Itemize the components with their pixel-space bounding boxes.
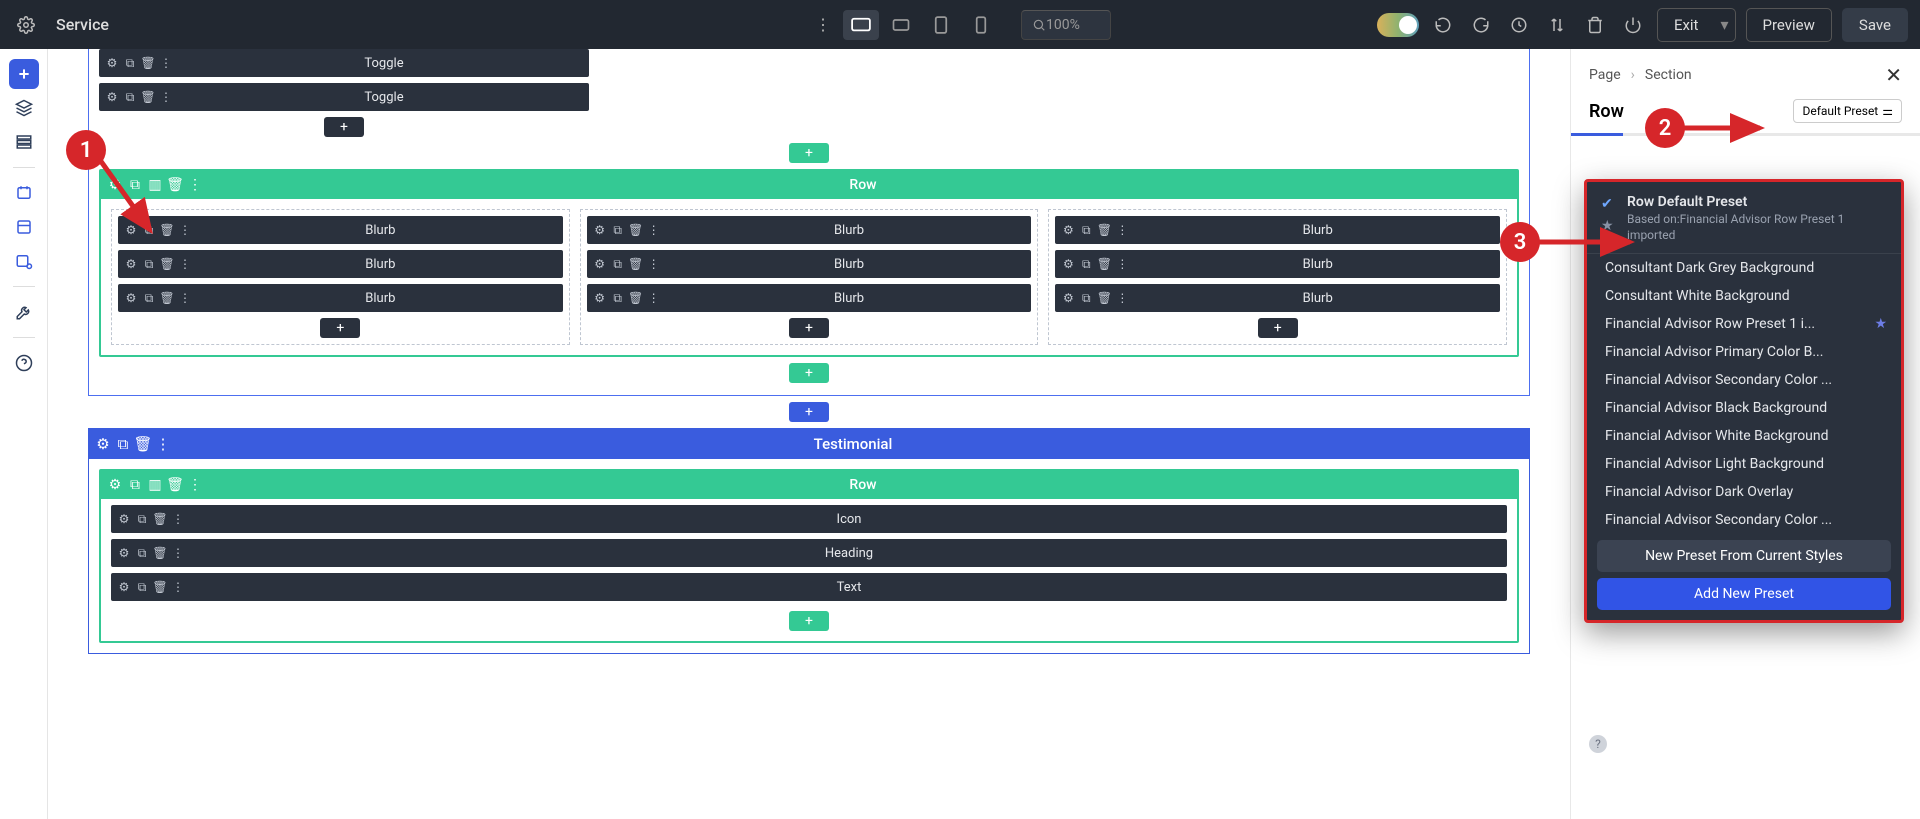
exit-button[interactable]: Exit [1657,8,1715,42]
module-blurb[interactable]: ⚙⧉🗑⋮Blurb [587,284,1032,312]
help-icon[interactable]: ? [1589,735,1607,753]
add-row-button[interactable]: + [789,363,829,383]
panel-entity-label: Row [1589,101,1624,122]
row[interactable]: ⚙⧉▥🗑⋮ Row ⚙⧉🗑⋮Icon ⚙⧉🗑⋮Heading ⚙⧉🗑⋮Text … [99,469,1519,643]
selected-row[interactable]: ⚙⧉▥🗑⋮ Row ⚙⧉🗑⋮Blurb ⚙⧉🗑⋮Blurb ⚙⧉🗑⋮Blurb … [99,169,1519,357]
add-module-button[interactable]: + [1258,318,1298,338]
gear-icon[interactable]: ⚙ [103,56,121,71]
sliders-icon: ⚌ [1882,104,1893,118]
preset-option[interactable]: Financial Advisor Primary Color B... [1587,338,1901,366]
preset-option[interactable]: Financial Advisor Row Preset 1 i...★ [1587,310,1901,338]
help-button[interactable] [9,348,39,378]
module-blurb[interactable]: ⚙⧉🗑⋮Blurb [118,284,563,312]
add-element-button[interactable] [9,59,39,89]
more-icon[interactable]: ⋮ [157,56,175,71]
annotation-1: 1 [66,130,106,170]
preset-option[interactable]: Financial Advisor Light Background [1587,450,1901,478]
power-icon[interactable] [1619,11,1647,39]
annotation-2: 2 [1645,108,1685,148]
tools-button[interactable] [9,297,39,327]
settings-icon[interactable] [12,11,40,39]
preset-option[interactable]: Financial Advisor White Background [1587,422,1901,450]
breadcrumb-section[interactable]: Section [1645,67,1692,83]
add-section-button[interactable]: + [789,402,829,422]
duplicate-icon[interactable]: ⧉ [121,90,139,105]
new-preset-from-current-button[interactable]: New Preset From Current Styles [1597,540,1891,572]
exit-dropdown-caret[interactable]: ▾ [1714,8,1735,42]
device-phone-button[interactable] [963,10,999,40]
column[interactable]: ⚙⧉🗑⋮Blurb ⚙⧉🗑⋮Blurb ⚙⧉🗑⋮Blurb + [580,209,1039,345]
wireframe-icon[interactable]: ⋮ [809,11,837,39]
layers-button[interactable] [9,93,39,123]
sort-icon[interactable] [1543,11,1571,39]
more-icon[interactable]: ⋮ [185,177,205,193]
check-icon: ✔ [1601,196,1613,212]
module-blurb[interactable]: ⚙⧉🗑⋮Blurb [587,216,1032,244]
duplicate-icon[interactable]: ⧉ [113,435,133,453]
preset-option[interactable]: Financial Advisor Black Background [1587,394,1901,422]
save-button[interactable]: Save [1842,8,1908,42]
add-module-button[interactable]: + [789,611,829,631]
module-toggle[interactable]: ⚙⧉🗑⋮ Toggle [99,83,589,111]
breadcrumb-page[interactable]: Page [1589,67,1621,83]
duplicate-icon[interactable]: ⧉ [121,56,139,71]
module-blurb[interactable]: ⚙⧉🗑⋮Blurb [1055,250,1500,278]
gear-icon[interactable]: ⚙ [103,90,121,105]
preset-option[interactable]: Financial Advisor Dark Overlay [1587,478,1901,506]
module-blurb[interactable]: ⚙⧉🗑⋮Blurb [118,250,563,278]
outline-button[interactable] [9,127,39,157]
star-icon: ★ [1874,316,1887,332]
preset-option[interactable]: Consultant Dark Grey Background [1587,254,1901,282]
preset-option[interactable]: Financial Advisor Secondary Color ... [1587,506,1901,534]
add-module-button[interactable]: + [324,117,364,137]
trash-icon[interactable]: 🗑 [133,435,153,453]
gear-icon[interactable]: ⚙ [93,435,113,453]
trash-icon[interactable] [1581,11,1609,39]
zoom-field[interactable] [1021,10,1111,40]
undo-icon[interactable] [1429,11,1457,39]
trash-icon[interactable]: 🗑 [139,56,157,71]
add-module-button[interactable]: + [789,318,829,338]
page-title: Service [56,15,109,34]
preview-button[interactable]: Preview [1746,8,1832,42]
preset-option[interactable]: Consultant White Background [1587,282,1901,310]
column[interactable]: ⚙⧉🗑⋮Blurb ⚙⧉🗑⋮Blurb ⚙⧉🗑⋮Blurb + [1048,209,1507,345]
add-module-button[interactable]: + [320,318,360,338]
module-blurb[interactable]: ⚙⧉🗑⋮Blurb [1055,216,1500,244]
zoom-input[interactable] [1046,17,1096,33]
device-tablet-portrait-button[interactable] [923,10,959,40]
annotation-3: 3 [1500,222,1540,262]
device-desktop-button[interactable] [843,10,879,40]
module-blurb[interactable]: ⚙⧉🗑⋮Blurb [587,250,1032,278]
library-b-button[interactable] [9,212,39,242]
module-heading[interactable]: ⚙⧉🗑⋮Heading [111,539,1507,567]
device-tablet-landscape-button[interactable] [883,10,919,40]
preset-option[interactable]: Financial Advisor Secondary Color ... [1587,366,1901,394]
history-icon[interactable] [1505,11,1533,39]
redo-icon[interactable] [1467,11,1495,39]
more-icon[interactable]: ⋮ [153,435,173,453]
preset-dropdown-button[interactable]: Default Preset ⚌ [1793,99,1902,123]
add-row-button[interactable]: + [789,143,829,163]
trash-icon[interactable]: 🗑 [139,90,157,105]
module-blurb[interactable]: ⚙⧉🗑⋮Blurb [118,216,563,244]
module-icon[interactable]: ⚙⧉🗑⋮Icon [111,505,1507,533]
library-c-button[interactable] [9,246,39,276]
add-new-preset-button[interactable]: Add New Preset [1597,578,1891,610]
close-panel-icon[interactable]: ✕ [1885,63,1902,87]
section-testimonial[interactable]: ⚙⧉🗑⋮ Testimonial [89,429,1529,459]
more-icon[interactable]: ⋮ [157,90,175,105]
library-a-button[interactable] [9,178,39,208]
theme-toggle[interactable] [1377,13,1419,37]
module-text[interactable]: ⚙⧉🗑⋮Text [111,573,1507,601]
module-blurb[interactable]: ⚙⧉🗑⋮Blurb [1055,284,1500,312]
module-toggle[interactable]: ⚙⧉🗑⋮ Toggle [99,49,589,77]
